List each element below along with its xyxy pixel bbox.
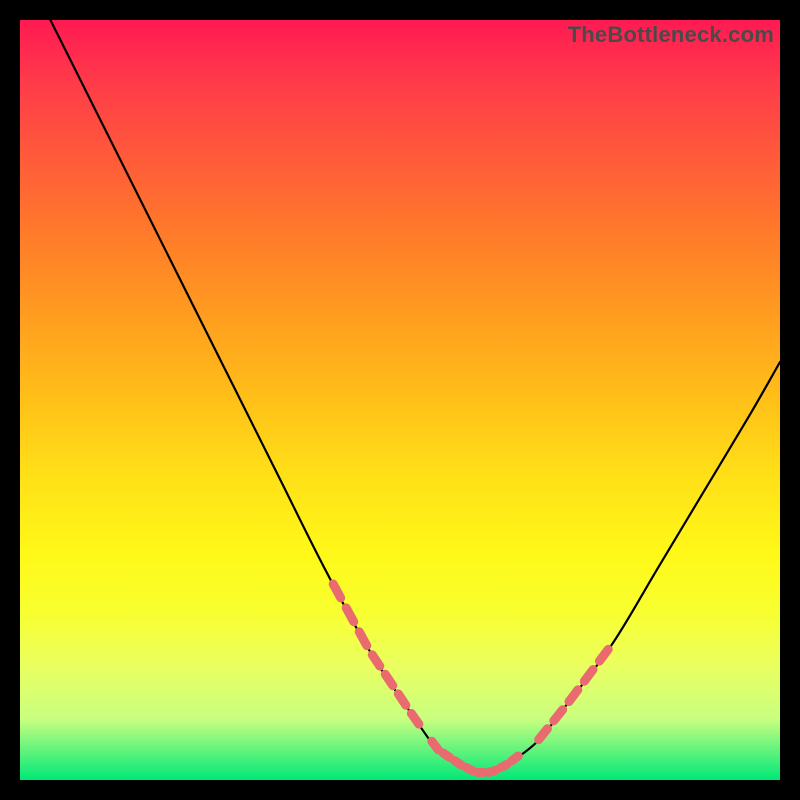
axis-bottom-border: [0, 780, 800, 800]
curve-layer: [20, 20, 780, 780]
chart-frame: TheBottleneck.com: [0, 0, 800, 800]
plot-area: TheBottleneck.com: [20, 20, 780, 780]
bottleneck-curve: [50, 20, 780, 773]
axis-left-border: [0, 0, 20, 800]
highlight-dashes: [333, 584, 608, 772]
